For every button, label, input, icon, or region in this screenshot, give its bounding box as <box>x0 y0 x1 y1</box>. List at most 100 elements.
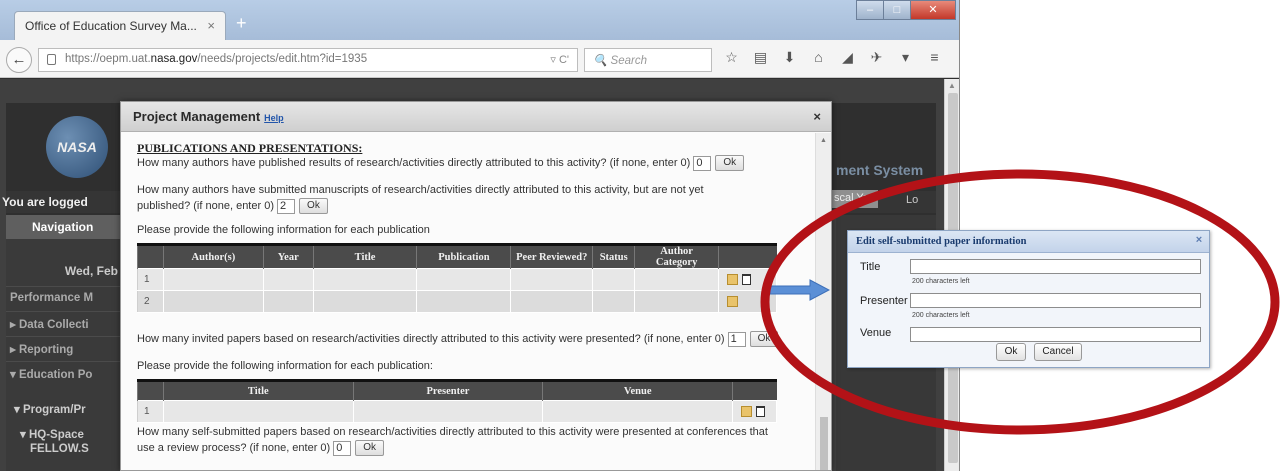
scroll-up-icon[interactable]: ▲ <box>948 81 956 90</box>
table-header-row: Author(s) Year Title Publication Peer Re… <box>137 243 777 269</box>
sidebar-sub-program[interactable]: ▾ Program/Pr <box>14 402 86 416</box>
column-header-peer-reviewed: Peer Reviewed? <box>510 243 593 269</box>
table-header-row: Title Presenter Venue <box>137 379 777 401</box>
column-header-index <box>137 243 164 269</box>
search-input[interactable]: 🔍 Search <box>584 48 712 72</box>
edit-icon[interactable] <box>727 273 739 285</box>
minimize-button[interactable]: – <box>856 0 884 20</box>
title-label: Title <box>860 261 881 273</box>
send-icon[interactable]: ✈ <box>867 49 886 69</box>
new-tab-button[interactable]: + <box>236 13 247 34</box>
home-icon[interactable]: ⌂ <box>809 49 828 69</box>
browser-tab[interactable]: Office of Education Survey Ma... × <box>14 11 226 40</box>
sidebar-header: Navigation <box>6 215 124 239</box>
presenter-label: Presenter <box>860 295 908 307</box>
reload-icon[interactable]: ▿ C' <box>550 53 569 66</box>
ok-button[interactable]: Ok <box>355 440 385 456</box>
toolbar-icons: ☆ ▤ ⬇ ⌂ ◢ ✈ ▾ ≡ <box>722 49 944 69</box>
ok-button[interactable]: Ok <box>299 198 328 214</box>
question-invited-papers: How many invited papers based on researc… <box>137 331 779 347</box>
modal-title: Project Management Help <box>133 109 284 124</box>
question-text: How many invited papers based on researc… <box>137 332 725 345</box>
maximize-button[interactable]: □ <box>883 0 911 20</box>
scroll-up-icon[interactable]: ▲ <box>820 137 827 144</box>
invited-instructions: Please provide the following information… <box>137 360 433 372</box>
nav-bar: ← https://oepm.uat.nasa.gov/needs/projec… <box>0 40 959 78</box>
url-bar[interactable]: https://oepm.uat.nasa.gov/needs/projects… <box>38 48 578 72</box>
sidebar-item-performance[interactable]: Performance M <box>6 286 124 310</box>
search-placeholder: Search <box>610 55 647 67</box>
menu-icon[interactable]: ≡ <box>925 49 944 69</box>
download-icon[interactable]: ⬇ <box>780 49 799 69</box>
venue-label: Venue <box>860 327 892 339</box>
edit-icon[interactable] <box>741 405 753 417</box>
ok-button[interactable]: Ok <box>715 155 745 171</box>
question-self-submitted-papers: How many self-submitted papers based on … <box>137 425 777 456</box>
modal-header: Project Management Help × <box>121 102 831 132</box>
table-row: 2 <box>137 290 777 313</box>
modal-title-text: Project Management <box>133 109 261 124</box>
column-header-venue: Venue <box>542 379 733 401</box>
column-header-author-category: Author Category <box>634 243 719 269</box>
modal-body: PUBLICATIONS AND PRESENTATIONS: How many… <box>121 133 815 470</box>
sidebar-item-education[interactable]: ▾ Education Po <box>6 361 124 385</box>
sidebar-item-data-collection[interactable]: ▸ Data Collecti <box>6 311 124 335</box>
question-submitted-authors: How many authors have submitted manuscri… <box>137 183 757 214</box>
window-controls: – □ ✕ <box>856 0 956 20</box>
invited-papers-table: Title Presenter Venue 1 <box>137 379 777 423</box>
invited-papers-input[interactable]: 1 <box>727 331 746 347</box>
modal-close-icon[interactable]: × <box>813 109 821 124</box>
presenter-input[interactable] <box>910 293 1201 308</box>
table-row: 1 <box>137 268 777 291</box>
sidebar-sub-fellow[interactable]: FELLOW.S <box>30 443 89 455</box>
column-header-status: Status <box>592 243 635 269</box>
row-index: 1 <box>137 400 164 423</box>
help-link[interactable]: Help <box>264 113 284 123</box>
sidebar-date: Wed, Feb <box>64 264 118 278</box>
trash-icon[interactable] <box>742 273 752 285</box>
column-header-authors: Author(s) <box>162 243 264 269</box>
published-authors-input[interactable]: 0 <box>693 155 712 171</box>
cancel-button[interactable]: Cancel <box>1034 343 1082 361</box>
bookmark-star-icon[interactable]: ☆ <box>722 49 741 69</box>
close-window-button[interactable]: ✕ <box>910 0 956 20</box>
url-prefix: https://oepm.uat. <box>65 53 151 65</box>
column-header-year: Year <box>262 243 314 269</box>
dialog-close-icon[interactable]: × <box>1193 235 1205 247</box>
section-title: PUBLICATIONS AND PRESENTATIONS: <box>137 141 363 155</box>
question-text: How many authors have published results … <box>137 156 691 169</box>
dialog-title: Edit self-submitted paper information <box>856 236 1027 247</box>
edit-icon[interactable] <box>727 295 739 307</box>
sidebar-sub-hq-space[interactable]: ▾ HQ-Space <box>20 427 84 441</box>
column-header-title: Title <box>312 243 417 269</box>
self-submitted-input[interactable]: 0 <box>333 440 352 456</box>
url-host: nasa.gov <box>150 53 198 65</box>
ok-button[interactable]: Ok <box>996 343 1026 361</box>
title-bar: Office of Education Survey Ma... × + – □… <box>0 0 959 40</box>
column-header-publication: Publication <box>416 243 511 269</box>
column-header-index <box>137 379 164 401</box>
pocket-icon[interactable]: ◢ <box>838 49 857 69</box>
presenter-char-count: 200 characters left <box>912 312 970 319</box>
title-char-count: 200 characters left <box>912 278 970 285</box>
edit-paper-dialog: Edit self-submitted paper information × … <box>847 230 1210 368</box>
sidebar-item-reporting[interactable]: ▸ Reporting <box>6 336 124 360</box>
lock-icon <box>47 54 56 65</box>
tab-close-icon[interactable]: × <box>207 18 215 33</box>
publications-table: Author(s) Year Title Publication Peer Re… <box>137 243 777 313</box>
row-index: 1 <box>137 268 164 291</box>
question-published-authors: How many authors have published results … <box>137 155 745 171</box>
title-input[interactable] <box>910 259 1201 274</box>
table-row: 1 <box>137 400 777 423</box>
dropdown-icon[interactable]: ▾ <box>896 49 915 69</box>
column-header-title: Title <box>162 379 354 401</box>
venue-input[interactable] <box>910 327 1201 342</box>
reading-list-icon[interactable]: ▤ <box>751 49 770 69</box>
logged-in-text: You are logged <box>2 195 88 209</box>
search-icon: 🔍 <box>593 55 608 67</box>
back-button[interactable]: ← <box>6 47 32 73</box>
url-path: /needs/projects/edit.htm?id=1935 <box>197 53 368 65</box>
nasa-logo: NASA <box>46 116 108 178</box>
submitted-authors-input[interactable]: 2 <box>277 198 296 214</box>
row-index: 2 <box>137 290 164 313</box>
